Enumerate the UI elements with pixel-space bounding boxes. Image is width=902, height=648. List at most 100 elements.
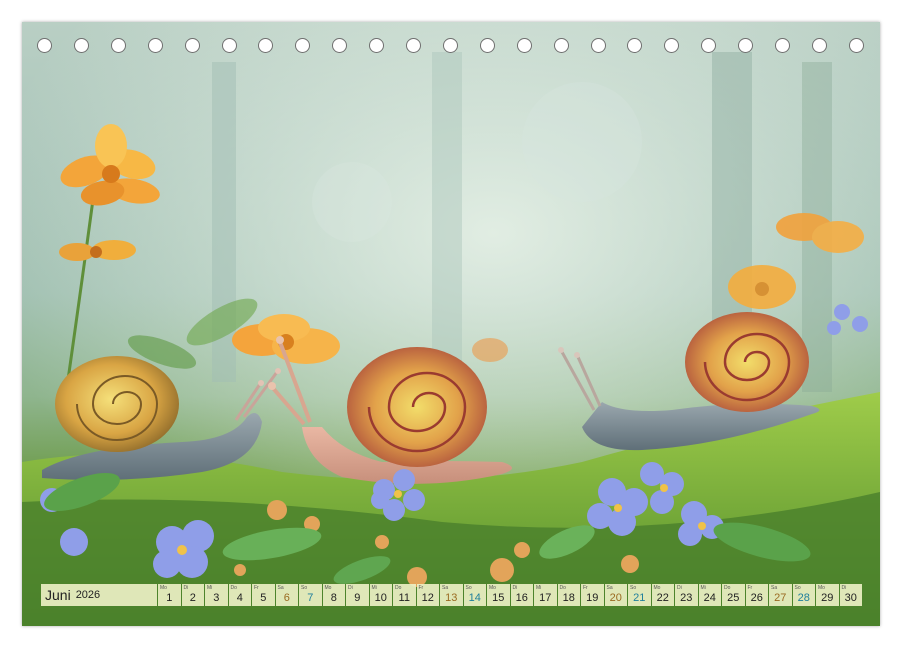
day-number: 8 <box>330 592 337 604</box>
day-cell: Mi 3 <box>205 584 228 606</box>
binding-hole <box>442 38 458 53</box>
month-label: Juni 2026 <box>41 584 157 606</box>
weekday-label: Di <box>841 585 847 591</box>
day-cell: Mo 15 <box>487 584 510 606</box>
weekday-label: Mi <box>536 585 542 591</box>
day-number: 19 <box>586 592 599 604</box>
weekday-label: Sa <box>277 585 284 591</box>
weekday-label: So <box>465 585 472 591</box>
weekday-label: Do <box>724 585 731 591</box>
weekday-label: So <box>301 585 308 591</box>
day-number: 17 <box>539 592 552 604</box>
weekday-label: Di <box>183 585 189 591</box>
binding-hole <box>110 38 126 53</box>
weekday-label: Do <box>395 585 402 591</box>
day-cell: Mi 10 <box>369 584 392 606</box>
day-number: 2 <box>189 592 196 604</box>
binding-hole <box>221 38 237 53</box>
binding-hole <box>590 38 606 53</box>
weekday-label: Di <box>348 585 353 591</box>
day-number: 24 <box>703 592 716 604</box>
day-cell: Sa 27 <box>769 584 792 606</box>
weekday-label: Fr <box>747 585 753 591</box>
binding-hole <box>258 38 274 53</box>
binding-hole <box>664 38 680 53</box>
weekday-label: Do <box>559 585 566 591</box>
binding-hole <box>406 38 421 53</box>
weekday-label: Mo <box>160 585 167 591</box>
day-cell: Mo 22 <box>651 584 674 606</box>
day-cell: Di 30 <box>839 584 862 606</box>
day-number: 12 <box>421 592 434 604</box>
day-number: 10 <box>374 592 387 604</box>
month-name: Juni <box>45 587 71 603</box>
binding-hole <box>332 38 348 53</box>
day-cell: So 14 <box>463 584 486 606</box>
binding-hole <box>295 38 311 53</box>
day-cell: Di 23 <box>675 584 698 606</box>
day-cell: So 21 <box>628 584 651 606</box>
binding-hole <box>738 38 754 53</box>
calendar-bar: Juni 2026 Mo 1 Di 2 Mi 3 Do 4 Fr 5 Sa 6 So 7 Mo 8 Di 9 Mi 1… <box>41 584 863 606</box>
day-cell: Fr 5 <box>252 584 275 606</box>
day-cell: Sa 13 <box>440 584 463 606</box>
day-cell: So 7 <box>299 584 322 606</box>
weekday-label: Fr <box>418 585 424 591</box>
day-number: 15 <box>492 592 505 604</box>
binding-hole <box>479 38 495 53</box>
day-number: 26 <box>750 592 763 604</box>
weekday-label: Sa <box>606 585 613 591</box>
day-cell: Mo 1 <box>158 584 181 606</box>
day-cell: Di 9 <box>346 584 369 606</box>
day-cell: Di 2 <box>181 584 204 606</box>
weekday-label: Do <box>230 585 237 591</box>
day-cell: Do 25 <box>722 584 745 606</box>
weekday-label: Fr <box>254 585 259 591</box>
binding-hole <box>369 38 385 53</box>
calendar-page: Juni 2026 Mo 1 Di 2 Mi 3 Do 4 Fr 5 Sa 6 So 7 Mo 8 Di 9 Mi 1… <box>22 22 880 626</box>
weekday-label: Mi <box>371 585 377 591</box>
binding-hole <box>811 38 827 53</box>
weekday-label: Mo <box>324 585 332 591</box>
day-cells: Mo 1 Di 2 Mi 3 Do 4 Fr 5 Sa 6 So 7 Mo 8 Di 9 Mi 10 Do 11 Fr 12 S… <box>158 584 863 606</box>
day-cell: Fr 19 <box>581 584 604 606</box>
binding-hole <box>73 38 89 53</box>
day-cell: Do 18 <box>557 584 580 606</box>
day-cell: Fr 12 <box>416 584 439 606</box>
binding-hole <box>37 38 52 53</box>
day-number: 1 <box>166 592 173 604</box>
day-number: 28 <box>797 592 810 604</box>
weekday-label: Fr <box>583 585 588 591</box>
weekday-label: Mi <box>700 585 706 591</box>
binding-hole <box>627 38 643 53</box>
weekday-label: So <box>630 585 637 591</box>
weekday-label: Mo <box>653 585 661 591</box>
day-number: 16 <box>515 592 528 604</box>
day-number: 30 <box>844 592 857 604</box>
day-number: 9 <box>354 592 361 604</box>
day-number: 20 <box>609 592 622 604</box>
binding-hole <box>701 38 717 53</box>
day-cell: Sa 20 <box>604 584 627 606</box>
weekday-label: So <box>794 585 801 591</box>
day-number: 18 <box>562 592 575 604</box>
weekday-label: Di <box>677 585 682 591</box>
day-cell: So 28 <box>792 584 815 606</box>
day-number: 25 <box>727 592 740 604</box>
day-cell: Mo 29 <box>816 584 839 606</box>
day-cell: Di 16 <box>510 584 533 606</box>
binding-hole <box>848 38 864 53</box>
binding-hole <box>553 38 569 53</box>
binding-hole <box>184 38 200 53</box>
day-number: 29 <box>821 592 834 604</box>
weekday-label: Sa <box>442 585 449 591</box>
snail-illustration <box>22 22 880 626</box>
weekday-label: Sa <box>771 585 778 591</box>
binding-hole <box>775 38 790 53</box>
day-number: 7 <box>307 592 314 604</box>
day-number: 5 <box>260 592 267 604</box>
weekday-label: Mi <box>207 585 213 591</box>
day-cell: Mo 8 <box>322 584 345 606</box>
day-number: 14 <box>468 592 481 604</box>
day-number: 3 <box>213 592 220 604</box>
